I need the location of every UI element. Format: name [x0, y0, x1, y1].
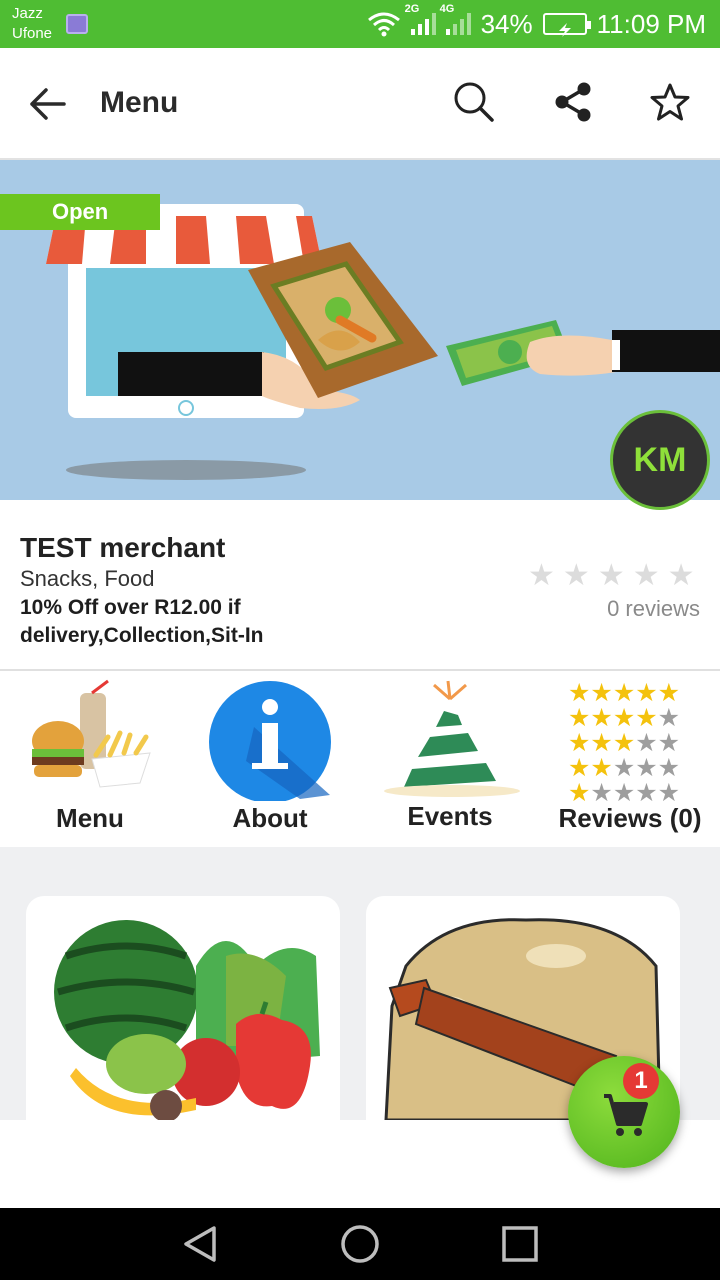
signal-2g-icon: 2G	[405, 3, 436, 35]
reviews-count[interactable]: 0 reviews	[607, 596, 700, 622]
nav-events-label: Events	[407, 801, 493, 831]
nav-menu-label: Menu	[56, 803, 124, 833]
open-status-badge: Open	[0, 194, 160, 230]
star-icon: ★	[528, 559, 555, 592]
search-icon[interactable]	[452, 80, 496, 124]
rating-stars-icon: ★★★★★ ★★★★★ ★★★★★ ★★★★★ ★★★★★	[568, 678, 680, 807]
burger-fries-icon	[32, 679, 151, 788]
star-icon: ★	[597, 559, 625, 592]
merchant-nav: Menu About Events ★★★★★ ★★★★★ ★★★★★ ★★★★…	[0, 671, 720, 847]
wifi-icon	[367, 12, 400, 37]
status-bar: Jazz Ufone 2G 4G 34% 11:09 PM	[0, 0, 720, 48]
rating-stars[interactable]: ★ ★ ★ ★ ★	[528, 558, 695, 593]
star-icon: ★	[667, 559, 695, 592]
carrier-info: Jazz Ufone	[12, 4, 52, 44]
signal-4g-icon: 4G	[440, 3, 471, 35]
net-2g-label: 2G	[404, 3, 420, 15]
vegetables-image	[54, 920, 320, 1120]
nav-about-label: About	[232, 803, 308, 833]
carrier-2: Ufone	[12, 25, 53, 42]
merchant-categories: Snacks, Food	[20, 566, 155, 591]
star-icon: ★	[562, 559, 590, 592]
nav-events[interactable]: Events	[360, 671, 540, 847]
nav-about[interactable]: About	[180, 671, 360, 847]
back-arrow-icon[interactable]	[26, 84, 70, 124]
status-right: 2G 4G 34% 11:09 PM	[367, 3, 706, 40]
info-icon	[209, 681, 331, 803]
gallery-notification-icon	[66, 14, 88, 34]
clock: 11:09 PM	[596, 8, 706, 39]
merchant-logo: KM	[610, 410, 710, 510]
party-hat-icon	[384, 680, 520, 797]
nav-reviews-label: Reviews (0)	[558, 803, 702, 833]
merchant-deal: 10% Off over R12.00 if delivery,Collecti…	[20, 596, 264, 647]
nav-home-icon[interactable]	[341, 1225, 379, 1263]
battery-charging-icon	[542, 13, 591, 37]
svg-text:★★★★★: ★★★★★	[568, 778, 680, 801]
nav-menu[interactable]: Menu	[0, 671, 180, 847]
battery-percent: 34%	[480, 8, 533, 39]
nav-back-icon[interactable]	[184, 1226, 216, 1262]
carrier-1: Jazz	[12, 5, 43, 22]
merchant-name: TEST merchant	[20, 532, 226, 563]
nav-reviews[interactable]: ★★★★★ ★★★★★ ★★★★★ ★★★★★ ★★★★★ Reviews (0…	[540, 671, 720, 847]
page-title: Menu	[100, 86, 179, 119]
net-4g-label: 4G	[439, 3, 455, 15]
cart-count-badge: 1	[623, 1063, 659, 1099]
category-card-vegetables[interactable]	[26, 896, 340, 1120]
share-icon[interactable]	[552, 80, 596, 124]
star-icon: ★	[632, 559, 660, 592]
app-bar: Menu	[0, 48, 720, 160]
merchant-logo-text: KM	[633, 440, 687, 479]
system-navigation-bar	[0, 1208, 720, 1280]
nav-recents-icon[interactable]	[502, 1226, 538, 1262]
star-outline-icon[interactable]	[648, 80, 692, 124]
